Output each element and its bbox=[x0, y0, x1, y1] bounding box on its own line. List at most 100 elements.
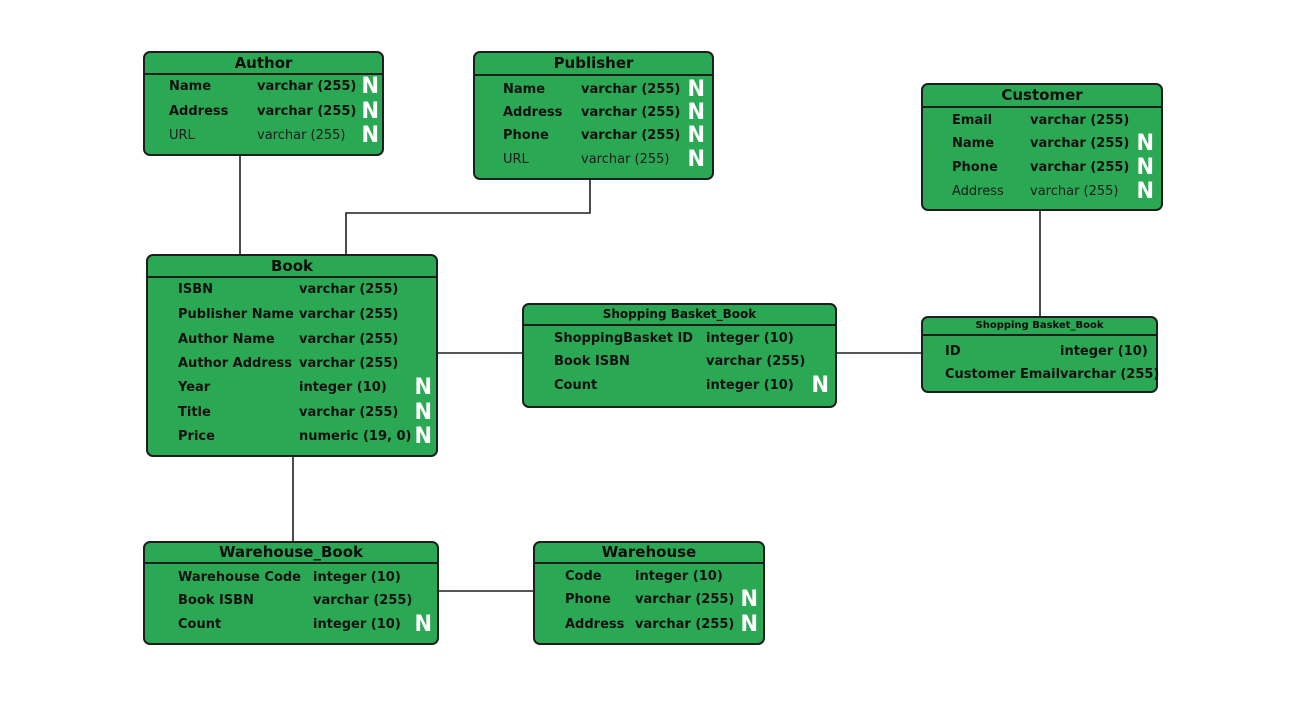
field-name: Code bbox=[565, 569, 602, 584]
nullable-marker-icon: N bbox=[811, 373, 829, 398]
field-row: Warehouse Code integer (10) bbox=[145, 570, 437, 588]
nullable-marker-icon: N bbox=[361, 123, 379, 148]
field-name: Name bbox=[503, 82, 546, 97]
entity-publisher[interactable]: Publisher Name varchar (255) N Address varcha… bbox=[473, 51, 714, 180]
field-type: varchar (255) bbox=[299, 307, 399, 322]
field-name: Author Address bbox=[178, 356, 293, 371]
field-row: Address varchar (255) N bbox=[923, 179, 1161, 204]
field-name: Phone bbox=[565, 592, 611, 607]
field-type: varchar (255) bbox=[581, 105, 681, 120]
field-row: Book ISBN varchar (255) bbox=[524, 354, 835, 372]
field-row: ShoppingBasket ID integer (10) bbox=[524, 331, 835, 349]
field-name: Book ISBN bbox=[178, 593, 254, 608]
nullable-marker-icon: N bbox=[414, 375, 432, 400]
field-name: Customer Email bbox=[945, 367, 1061, 382]
field-row: Phone varchar (255) N bbox=[535, 587, 763, 612]
field-type: varchar (255) bbox=[1030, 113, 1130, 128]
field-row: Year integer (10) N bbox=[148, 375, 436, 400]
nullable-marker-icon: N bbox=[687, 77, 705, 102]
entity-title: Book bbox=[148, 256, 436, 278]
field-type: varchar (255) bbox=[257, 79, 357, 94]
entity-author[interactable]: Author Name varchar (255) N Address varchar (… bbox=[143, 51, 384, 156]
field-type: integer (10) bbox=[706, 331, 794, 346]
nullable-marker-icon: N bbox=[361, 74, 379, 99]
field-row: Author Name varchar (255) bbox=[148, 332, 436, 350]
entity-warehouse-book[interactable]: Warehouse_Book Warehouse Code integer (10)… bbox=[143, 541, 439, 645]
field-name: Count bbox=[178, 617, 222, 632]
nullable-marker-icon: N bbox=[1136, 131, 1154, 156]
field-type: varchar (255) bbox=[581, 128, 681, 143]
entity-warehouse[interactable]: Warehouse Code integer (10) Phone varchar (2… bbox=[533, 541, 765, 645]
field-row: Name varchar (255) N bbox=[923, 131, 1161, 156]
field-type: varchar (255) bbox=[581, 82, 681, 97]
field-row: Author Address varchar (255) bbox=[148, 356, 436, 374]
field-row: Phone varchar (255) N bbox=[923, 155, 1161, 180]
nullable-marker-icon: N bbox=[687, 147, 705, 172]
field-type: varchar (255) bbox=[1030, 136, 1130, 151]
field-name: Book ISBN bbox=[554, 354, 630, 369]
field-name: Title bbox=[178, 405, 211, 420]
field-row: Price numeric (19, 0) N bbox=[148, 424, 436, 449]
field-name: Phone bbox=[952, 160, 998, 175]
entity-shopping-basket[interactable]: Shopping Basket_Book ID integer (10) Custom… bbox=[921, 316, 1159, 393]
field-row: Address varchar (255) N bbox=[145, 101, 382, 123]
field-name: Name bbox=[169, 79, 212, 94]
field-name: Address bbox=[503, 105, 563, 120]
field-row: Phone varchar (255) N bbox=[475, 123, 712, 148]
field-row: Code integer (10) bbox=[535, 569, 763, 587]
field-name: ISBN bbox=[178, 282, 213, 297]
field-type: varchar (255) bbox=[299, 405, 399, 420]
field-type: integer (10) bbox=[313, 570, 401, 585]
relationship-line-publisher-to-book bbox=[345, 180, 591, 254]
field-row: Email varchar (255) bbox=[923, 113, 1161, 131]
field-name: Email bbox=[952, 113, 993, 128]
field-type: integer (10) bbox=[313, 617, 401, 632]
entity-title: Shopping Basket_Book bbox=[923, 318, 1156, 336]
nullable-marker-icon: N bbox=[740, 587, 758, 612]
field-type: varchar (255) bbox=[635, 592, 735, 607]
field-type: integer (10) bbox=[706, 378, 794, 393]
field-type: varchar (255) bbox=[299, 282, 399, 297]
nullable-marker-icon: N bbox=[687, 123, 705, 148]
field-name: Phone bbox=[503, 128, 549, 143]
field-type: varchar (255) bbox=[1030, 160, 1130, 175]
field-name: Address bbox=[169, 104, 229, 119]
field-type: varchar (255) bbox=[257, 104, 357, 119]
field-type: numeric (19, 0) bbox=[299, 429, 412, 444]
field-type: varchar (255) bbox=[706, 354, 806, 369]
field-row: Name varchar (255) N bbox=[475, 77, 712, 102]
entity-title: Customer bbox=[923, 85, 1161, 108]
entity-title: Warehouse_Book bbox=[145, 543, 437, 564]
nullable-marker-icon: N bbox=[414, 424, 432, 449]
field-row: Publisher Name varchar (255) bbox=[148, 307, 436, 325]
field-name: Year bbox=[178, 380, 211, 395]
field-name: Publisher Name bbox=[178, 307, 294, 322]
field-row: Count integer (10) N bbox=[524, 373, 835, 398]
field-name: Address bbox=[952, 184, 1004, 199]
entity-customer[interactable]: Customer Email varchar (255) Name varchar (2… bbox=[921, 83, 1163, 211]
field-name: Author Name bbox=[178, 332, 275, 347]
field-row: Name varchar (255) N bbox=[145, 74, 382, 99]
nullable-marker-icon: N bbox=[1136, 155, 1154, 180]
nullable-marker-icon: N bbox=[1136, 179, 1154, 204]
nullable-marker-icon: N bbox=[414, 400, 432, 425]
field-type: varchar (255) bbox=[581, 152, 670, 167]
entity-book[interactable]: Book ISBN varchar (255) Publisher Name varch… bbox=[146, 254, 438, 457]
field-type: integer (10) bbox=[1060, 344, 1148, 359]
field-row: URL varchar (255) N bbox=[145, 123, 382, 148]
field-row: Title varchar (255) N bbox=[148, 400, 436, 425]
field-row: Address varchar (255) N bbox=[535, 612, 763, 637]
entity-title: Warehouse bbox=[535, 543, 763, 564]
entity-title: Author bbox=[145, 53, 382, 75]
field-type: varchar (255) bbox=[257, 128, 346, 143]
field-type: varchar (255) bbox=[299, 332, 399, 347]
nullable-marker-icon: N bbox=[740, 612, 758, 637]
nullable-marker-icon: N bbox=[687, 100, 705, 125]
field-row: ISBN varchar (255) bbox=[148, 282, 436, 300]
field-name: Name bbox=[952, 136, 995, 151]
field-row: Address varchar (255) N bbox=[475, 100, 712, 125]
field-row: URL varchar (255) N bbox=[475, 147, 712, 172]
entity-shopping-basket-book[interactable]: Shopping Basket_Book ShoppingBasket ID int… bbox=[522, 303, 837, 408]
field-row: Customer Email varchar (255) bbox=[923, 367, 1159, 385]
field-name: Warehouse Code bbox=[178, 570, 301, 585]
